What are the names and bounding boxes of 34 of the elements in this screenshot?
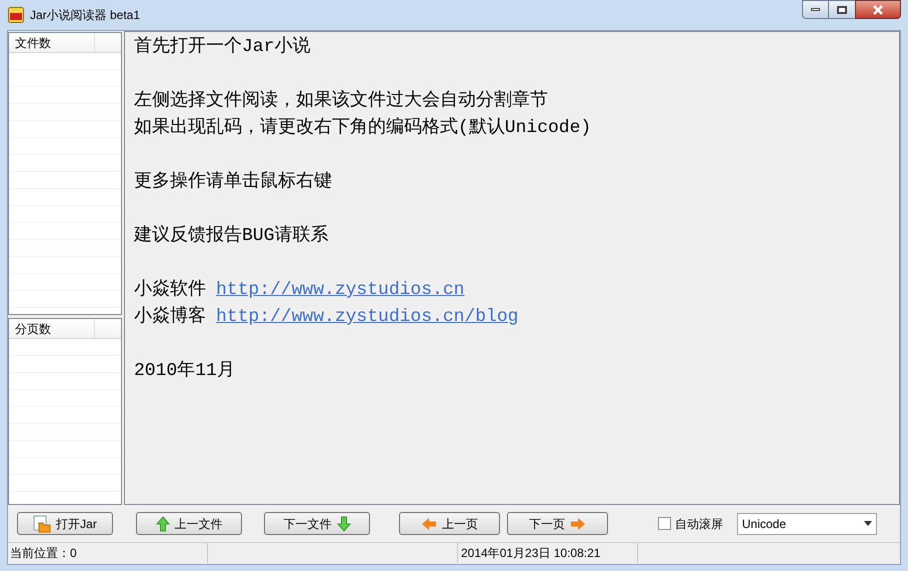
text-line: 如果出现乱码，请更改右下角的编码格式(默认Unicode)	[134, 116, 592, 140]
auto-scroll-checkbox[interactable]: 自动滚屏	[658, 514, 723, 532]
page-list[interactable]: 分页数	[8, 318, 122, 505]
up-arrow-icon	[156, 516, 170, 532]
down-arrow-icon	[336, 516, 350, 532]
folder-icon	[33, 514, 52, 532]
text-line: 左侧选择文件阅读，如果该文件过大会自动分割章节	[134, 88, 548, 113]
text-label: 小焱博客	[134, 304, 206, 329]
status-time: 2014年01月23日 10:08:21	[458, 543, 638, 563]
maximize-button[interactable]	[829, 0, 855, 19]
link[interactable]: http://www.zystudios.cn	[216, 277, 464, 304]
app-icon	[8, 7, 24, 23]
text-line: 2010年11月	[134, 360, 235, 383]
toolbar-button[interactable]: 下一文件	[264, 512, 370, 535]
text-line: 更多操作请单击鼠标右键	[134, 170, 332, 194]
text-label: 小焱软件	[134, 278, 206, 302]
file-list[interactable]: 文件数	[8, 32, 122, 315]
link[interactable]: http://www.zystudios.cn/blog	[216, 304, 518, 331]
dropdown-arrow-icon	[864, 521, 872, 526]
toolbar-button[interactable]: 打开Jar	[17, 512, 113, 535]
right-arrow-icon	[570, 516, 586, 530]
left-arrow-icon	[421, 516, 437, 530]
toolbar-button[interactable]: 上一页	[399, 512, 500, 535]
minimize-button[interactable]	[802, 0, 829, 19]
text-line: 建议反馈报告BUG请联系	[134, 224, 328, 248]
text-line: 首先打开一个Jar小说	[134, 35, 310, 59]
toolbar-button[interactable]: 上一文件	[136, 512, 242, 535]
encoding-dropdown[interactable]: Unicode	[737, 512, 877, 534]
reader-text-area[interactable]: 首先打开一个Jar小说 左侧选择文件阅读，如果该文件过大会自动分割章节 如果出现乱码，请更改右下角的编码格式(默认Unicode) 更多操作请单击鼠标右键 建议反馈报告BUG请联系 小焱软件 http://www.zystudios.cn 小焱博客 http://www.zystudios.cn/blog 2010年11月	[124, 31, 900, 505]
toolbar-button[interactable]: 下一页	[507, 512, 608, 535]
window-title: Jar小说阅读器 beta1	[30, 7, 140, 24]
status-position: 当前位置：0	[8, 543, 208, 563]
close-icon	[872, 4, 884, 14]
close-button[interactable]	[855, 0, 901, 19]
